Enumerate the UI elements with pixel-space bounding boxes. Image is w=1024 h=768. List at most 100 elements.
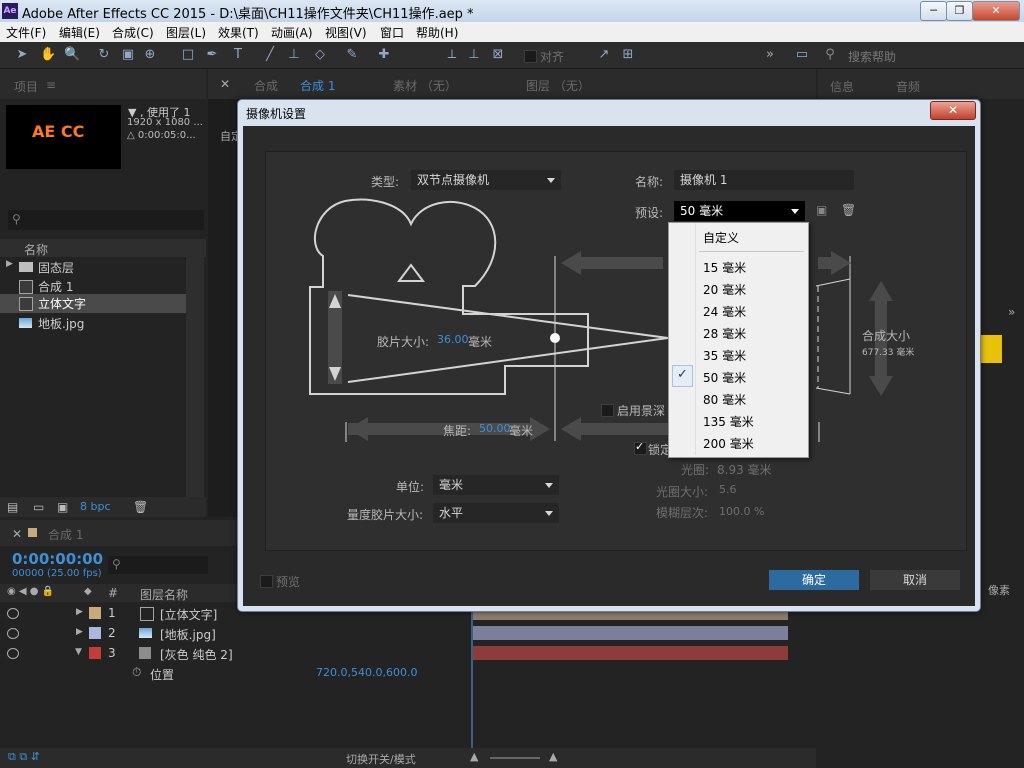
layer-row[interactable]: ▼ 3 [灰色 纯色 2] — [0, 643, 470, 663]
clone-stamp-tool-icon[interactable]: ⊥ — [286, 47, 302, 63]
maximize-button[interactable]: ❐ — [946, 1, 973, 21]
property-row[interactable]: ⏱ 位置 720.0,540.0,600.0 — [0, 663, 470, 683]
menu-layer[interactable]: 图层(L) — [166, 24, 206, 41]
camera-name-input[interactable]: 摄像机 1 — [674, 170, 854, 190]
delete-icon[interactable]: 🗑 — [133, 500, 148, 514]
rotate-tool-icon[interactable]: ↻ — [96, 47, 112, 63]
expand-arrow-icon[interactable]: ▶ — [76, 607, 83, 617]
pan-behind-tool-icon[interactable]: ⊕ — [142, 47, 158, 63]
roto-brush-tool-icon[interactable]: ✎ — [344, 47, 360, 63]
save-preset-icon[interactable]: ▣ — [816, 203, 827, 217]
cancel-button[interactable]: 取消 — [870, 570, 960, 590]
preset-option[interactable]: 80 毫米 — [703, 391, 746, 408]
menu-help[interactable]: 帮助(H) — [416, 24, 458, 41]
film-size-value[interactable]: 36.00 — [437, 333, 469, 346]
preset-option-selected[interactable]: 50 毫米 — [703, 369, 746, 386]
new-folder-icon[interactable]: ▭ — [33, 500, 44, 514]
menu-effect[interactable]: 效果(T) — [218, 24, 259, 41]
stopwatch-icon[interactable]: ⏱ — [132, 665, 141, 680]
focal-length-value[interactable]: 50.00 — [479, 422, 511, 435]
delete-preset-icon[interactable]: 🗑 — [841, 203, 856, 217]
project-item-image[interactable]: 地板.jpg — [0, 313, 186, 333]
toggle-switches-modes-button[interactable]: 切换开关/模式 — [346, 751, 416, 767]
menu-composition[interactable]: 合成(C) — [112, 24, 154, 41]
preset-option[interactable]: 28 毫米 — [703, 325, 746, 342]
audio-tab[interactable]: 音频 — [896, 78, 920, 95]
minimize-button[interactable]: ─ — [920, 1, 947, 21]
puppet-tool-icon[interactable]: ✚ — [376, 47, 392, 63]
rectangle-tool-icon[interactable]: □ — [180, 47, 196, 63]
project-search-input[interactable]: ⚲ — [8, 210, 204, 230]
axis-view-icon[interactable]: ⊠ — [490, 47, 506, 63]
layer-color-swatch[interactable] — [89, 647, 101, 659]
hand-tool-icon[interactable]: ✋ — [40, 47, 56, 63]
snap-checkbox[interactable] — [524, 50, 537, 63]
search-help-input[interactable]: 搜索帮助 — [848, 48, 896, 65]
project-item-comp[interactable]: 合成 1 — [0, 276, 186, 296]
brush-tool-icon[interactable]: ╱ — [262, 47, 278, 63]
position-value[interactable]: 720.0,540.0,600.0 — [316, 666, 417, 679]
preset-option[interactable]: 200 毫米 — [703, 435, 754, 452]
project-scrollbar[interactable] — [186, 257, 204, 497]
layer-color-swatch[interactable] — [89, 607, 101, 619]
menu-view[interactable]: 视图(V) — [325, 24, 367, 41]
camera-type-select[interactable]: 双节点摄像机 — [411, 170, 561, 190]
timecode-display[interactable]: 0:00:00:00 — [12, 550, 103, 568]
project-tab[interactable]: 项目 — [14, 78, 38, 95]
interpret-footage-icon[interactable]: ▤ — [7, 500, 18, 514]
zoom-slider[interactable] — [490, 757, 540, 759]
preset-option-custom[interactable]: 自定义 — [703, 229, 739, 246]
new-composition-icon[interactable]: ▣ — [57, 500, 68, 514]
project-menu-icon[interactable]: ≡ — [46, 78, 56, 92]
timeline-tab[interactable]: 合成 1 — [48, 526, 83, 543]
layer-tab[interactable]: 图层 （无） — [526, 77, 590, 94]
ok-button[interactable]: 确定 — [769, 570, 859, 590]
axis-local-icon[interactable]: ⟂ — [444, 47, 460, 63]
pen-tool-icon[interactable]: ✒ — [204, 47, 220, 63]
comp-tab-name[interactable]: 合成 1 — [300, 77, 335, 94]
measure-film-size-select[interactable]: 水平 — [433, 503, 559, 523]
layer-duration-bar[interactable] — [473, 626, 788, 640]
comp-tab-label[interactable]: 合成 — [254, 77, 278, 94]
snap-edge-icon[interactable]: ⊞ — [620, 47, 636, 63]
snap-option-icon[interactable]: ↗ — [596, 47, 612, 63]
text-tool-icon[interactable]: T — [230, 47, 246, 63]
visibility-eye-icon[interactable] — [7, 608, 19, 619]
preset-option[interactable]: 24 毫米 — [703, 303, 746, 320]
close-window-button[interactable]: ✕ — [972, 1, 1020, 21]
units-select[interactable]: 毫米 — [433, 475, 559, 495]
expand-arrow-icon[interactable]: ▶ — [76, 627, 83, 637]
footage-tab[interactable]: 素材 （无） — [393, 77, 457, 94]
layer-name-header[interactable]: 图层名称 — [140, 586, 188, 603]
zoom-tool-icon[interactable]: 🔍 — [64, 47, 80, 63]
visibility-eye-icon[interactable] — [7, 628, 19, 639]
project-item-comp-selected[interactable]: 立体文字 — [0, 294, 186, 313]
lock-checkbox[interactable]: ✓ — [634, 440, 647, 455]
timeline-toggle-icons[interactable]: ⧉ ⧉ ⇵ — [8, 750, 40, 764]
preset-option[interactable]: 15 毫米 — [703, 259, 746, 276]
sync-settings-icon[interactable]: ▭ — [794, 47, 810, 63]
info-tab[interactable]: 信息 — [830, 78, 854, 95]
menu-file[interactable]: 文件(F) — [6, 24, 46, 41]
dialog-close-button[interactable]: ✕ — [930, 101, 976, 120]
close-timeline-tab-icon[interactable]: ✕ — [12, 527, 22, 541]
timeline-search-input[interactable]: ⚲ — [108, 556, 208, 574]
menu-edit[interactable]: 编辑(E) — [59, 24, 100, 41]
close-comp-tab-icon[interactable]: ✕ — [220, 77, 230, 91]
preset-select[interactable]: 50 毫米 — [674, 201, 805, 221]
eraser-tool-icon[interactable]: ◇ — [312, 47, 328, 63]
preset-option[interactable]: 20 毫米 — [703, 281, 746, 298]
preset-option[interactable]: 35 毫米 — [703, 347, 746, 364]
expand-arrow-icon[interactable]: ▶ — [6, 259, 13, 269]
bpc-label[interactable]: 8 bpc — [80, 500, 111, 513]
panel-expand-icon[interactable]: » — [1008, 305, 1015, 319]
preset-option[interactable]: 135 毫米 — [703, 413, 754, 430]
more-workspaces-icon[interactable]: » — [766, 47, 774, 62]
label-column-icon[interactable]: ◆ — [84, 586, 92, 597]
project-column-name[interactable]: 名称 — [24, 241, 48, 258]
camera-tool-icon[interactable]: ▣ — [120, 47, 136, 63]
layer-color-swatch[interactable] — [89, 627, 101, 639]
zoom-out-icon[interactable]: ▲ — [470, 750, 478, 763]
collapse-arrow-icon[interactable]: ▼ — [75, 647, 82, 657]
av-switches-icon[interactable]: ◉ ◀ ● 🔒 — [7, 586, 54, 597]
